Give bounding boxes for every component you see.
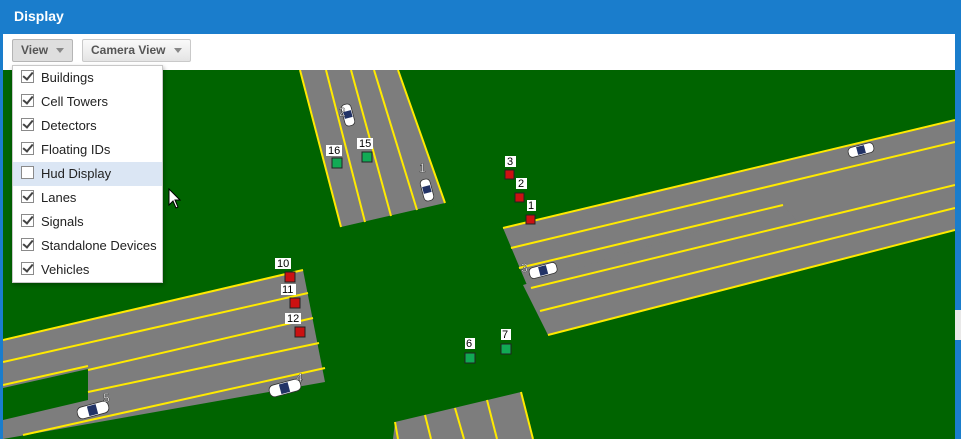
checkbox-icon[interactable]: [21, 214, 34, 227]
signal-label: 2: [518, 178, 524, 190]
vehicle-id-label: 1: [419, 161, 426, 175]
menu-item-label: Detectors: [41, 118, 97, 133]
menu-item-lanes[interactable]: Lanes: [13, 186, 162, 210]
window-title-bar: Display: [0, 0, 955, 34]
mouse-cursor-icon: [168, 188, 182, 209]
camera-view-label: Camera View: [91, 43, 166, 57]
menu-item-buildings[interactable]: Buildings: [13, 66, 162, 90]
menu-item-floating-ids[interactable]: Floating IDs: [13, 138, 162, 162]
chevron-down-icon: [173, 48, 182, 54]
menu-item-label: Buildings: [41, 70, 94, 85]
signal-label: 12: [287, 313, 299, 325]
menu-item-hud-display[interactable]: Hud Display: [13, 162, 162, 186]
menu-item-label: Signals: [41, 214, 84, 229]
vehicle-id-label: 4: [296, 371, 303, 385]
checkbox-icon[interactable]: [21, 190, 34, 203]
menu-item-cell-towers[interactable]: Cell Towers: [13, 90, 162, 114]
checkbox-icon[interactable]: [21, 238, 34, 251]
vehicle-id-label: 3: [521, 261, 528, 275]
checkbox-icon[interactable]: [21, 118, 34, 131]
signal-label: 3: [507, 156, 513, 168]
view-menu-label: View: [21, 43, 49, 57]
signal-label: 11: [282, 284, 293, 296]
signal-label: 16: [328, 145, 340, 157]
signal-label: 10: [277, 258, 289, 270]
camera-view-button[interactable]: Camera View: [82, 39, 191, 62]
menu-item-label: Vehicles: [41, 262, 90, 277]
signal-label: 1: [528, 200, 534, 212]
menu-item-label: Lanes: [41, 190, 77, 205]
signal-label: 6: [466, 338, 472, 350]
signal-label: 15: [359, 138, 371, 150]
menu-item-vehicles[interactable]: Vehicles: [13, 258, 162, 282]
menu-item-detectors[interactable]: Detectors: [13, 114, 162, 138]
checkbox-icon[interactable]: [21, 262, 34, 275]
view-dropdown-menu: Buildings Cell Towers Detectors Floating…: [12, 65, 163, 283]
checkbox-icon[interactable]: [21, 142, 34, 155]
signal-label: 7: [502, 329, 508, 341]
menu-item-label: Floating IDs: [41, 142, 111, 157]
menu-item-signals[interactable]: Signals: [13, 210, 162, 234]
vehicle-id-label: 2: [339, 105, 346, 119]
window-title: Display: [14, 8, 64, 24]
chevron-down-icon: [56, 48, 65, 54]
menu-item-label: Hud Display: [41, 166, 112, 181]
checkbox-icon[interactable]: [21, 94, 34, 107]
menu-item-label: Cell Towers: [41, 94, 108, 109]
vehicle-id-label: 5: [103, 391, 110, 405]
menu-item-label: Standalone Devices: [41, 238, 157, 253]
view-menu-button[interactable]: View: [12, 39, 74, 62]
checkbox-icon[interactable]: [21, 166, 34, 179]
checkbox-icon[interactable]: [21, 70, 34, 83]
menu-item-standalone-devices[interactable]: Standalone Devices: [13, 234, 162, 258]
side-panel-handle[interactable]: [955, 310, 961, 340]
window-border-right: [955, 0, 961, 439]
